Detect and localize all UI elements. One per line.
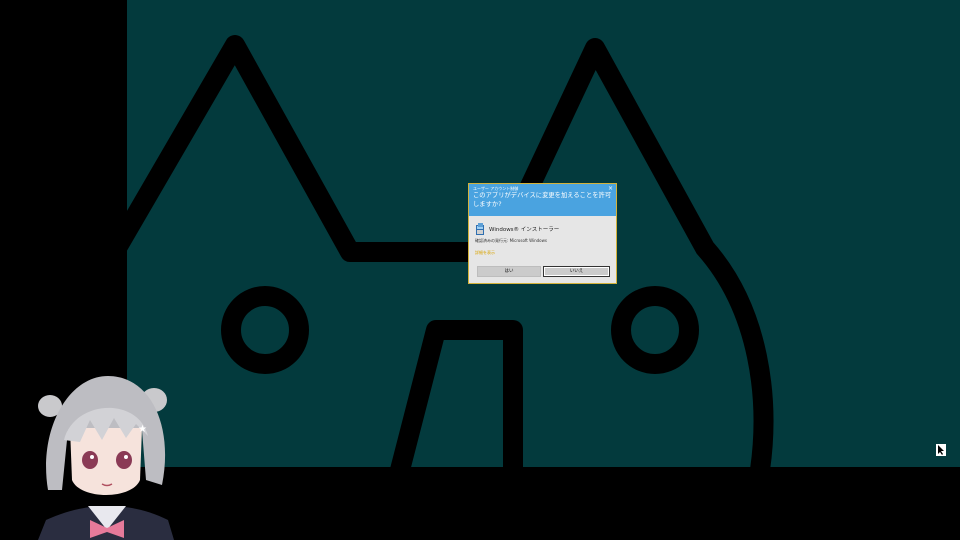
close-icon[interactable]: ×	[608, 185, 613, 192]
show-details-link[interactable]: 詳細を表示	[475, 250, 610, 256]
yes-button[interactable]: はい	[477, 266, 541, 277]
uac-dialog: ユーザー アカウント制御 × このアプリがデバイスに変更を加えることを許可します…	[468, 183, 617, 284]
app-info-row: Windows® インストーラー	[475, 222, 610, 236]
uac-body: Windows® インストーラー 確認済みの発行元: Microsoft Win…	[469, 216, 616, 256]
avatar-hair-clip-icon: ★	[138, 424, 147, 435]
uac-caption: ユーザー アカウント制御	[473, 186, 519, 191]
avatar-left-eye	[82, 451, 98, 469]
uac-header: ユーザー アカウント制御 × このアプリがデバイスに変更を加えることを許可します…	[469, 184, 616, 216]
no-button[interactable]: いいえ	[543, 266, 610, 277]
avatar-right-eye	[116, 451, 132, 469]
uac-question: このアプリがデバイスに変更を加えることを許可しますか?	[473, 192, 612, 208]
publisher-text: 確認済みの発行元: Microsoft Windows	[475, 238, 547, 243]
installer-icon	[476, 222, 484, 235]
app-name: Windows® インストーラー	[489, 227, 560, 233]
uac-button-row: はい いいえ	[477, 266, 610, 277]
anime-girl-avatar: ★	[38, 376, 174, 540]
cursor-icon	[936, 444, 946, 456]
